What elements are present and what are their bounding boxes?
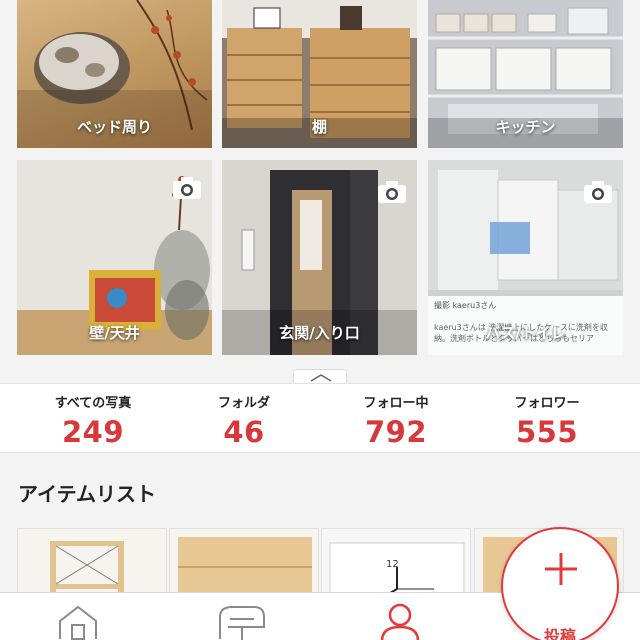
folder-tile-bath[interactable]: 撮影 kaeru3さん kaeru3さんは 洗濯機上にしたケースに洗剤を収納。洗… <box>428 160 623 355</box>
folder-label: 玄関/入り口 <box>279 324 360 342</box>
folder-tile-entrance[interactable]: 玄関/入り口 <box>222 160 417 355</box>
nav-home-button[interactable] <box>20 593 140 640</box>
stat-folders[interactable]: フォルダ 46 <box>164 384 324 449</box>
stat-following[interactable]: フォロー中 792 <box>316 384 476 449</box>
stat-followers[interactable]: フォロワー 555 <box>467 384 627 449</box>
stat-value: 555 <box>515 415 579 449</box>
folder-label: キッチン <box>495 118 556 136</box>
folder-tile-kitchen[interactable]: キッチン <box>428 0 623 148</box>
caption-user: 撮影 kaeru3さん <box>434 301 497 310</box>
mailbox-icon <box>219 606 265 640</box>
folder-label: バス/トイレ <box>485 324 566 342</box>
folder-tile-wall[interactable]: 壁/天井 <box>17 160 212 355</box>
profile-icon <box>380 603 420 640</box>
stat-label: フォロー中 <box>363 396 429 411</box>
clock-number-12: 12 <box>386 559 399 570</box>
plus-icon <box>545 553 577 585</box>
folder-label: 棚 <box>311 118 327 136</box>
profile-stats: すべての写真 249 フォルダ 46 フォロー中 792 フォロワー 555 <box>0 383 640 453</box>
nav-mailbox-button[interactable] <box>180 593 300 640</box>
camera-icon <box>378 181 406 203</box>
section-title-items: アイテムリスト <box>18 482 156 506</box>
camera-icon <box>584 181 612 203</box>
post-button-label: 投稿 <box>543 627 576 640</box>
folder-label: ベッド周り <box>76 118 152 136</box>
app-screen: ベッド周り 棚 キッチン 壁/天井 玄関/入り口 撮影 kaeru3さん kae… <box>0 0 640 640</box>
folder-label: 壁/天井 <box>89 324 140 342</box>
stat-label: すべての写真 <box>54 396 132 411</box>
folder-tile-shelf[interactable]: 棚 <box>222 0 417 148</box>
camera-icon <box>173 177 201 199</box>
folder-tile-bed[interactable]: ベッド周り <box>17 0 212 148</box>
stat-label: フォロワー <box>514 396 580 411</box>
home-icon <box>59 605 97 640</box>
stat-value: 249 <box>61 415 125 449</box>
stat-all-photos[interactable]: すべての写真 249 <box>13 384 173 449</box>
stat-label: フォルダ <box>217 396 270 411</box>
stat-value: 792 <box>364 415 428 449</box>
stat-value: 46 <box>223 415 265 449</box>
nav-profile-button[interactable] <box>340 593 460 640</box>
post-button[interactable]: 投稿 <box>501 527 619 640</box>
